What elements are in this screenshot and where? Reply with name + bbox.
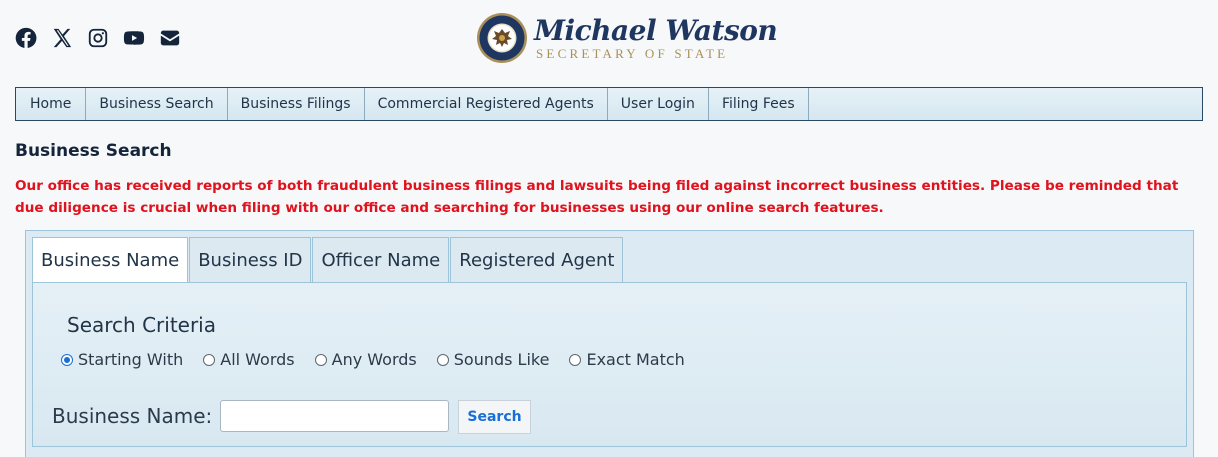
brand-subtitle: SECRETARY OF STATE: [536, 46, 729, 61]
nav-item-business-search[interactable]: Business Search: [86, 88, 228, 120]
business-name-input[interactable]: [220, 400, 449, 432]
brand-name: Michael Watson: [534, 14, 778, 47]
search-panel: Business Name Business ID Officer Name R…: [25, 230, 1194, 457]
radio-label: Sounds Like: [453, 350, 550, 369]
radio-label: Any Words: [331, 350, 417, 369]
page-title: Business Search: [15, 141, 172, 161]
radio-button[interactable]: [569, 353, 582, 366]
business-name-label: Business Name:: [52, 404, 213, 428]
nav-item-business-filings[interactable]: Business Filings: [228, 88, 365, 120]
fraud-warning: Our office has received reports of both …: [15, 178, 1179, 216]
main-nav: Home Business Search Business Filings Co…: [15, 87, 1203, 121]
radio-any-words[interactable]: Any Words: [314, 350, 417, 369]
facebook-icon[interactable]: [15, 27, 37, 49]
instagram-icon[interactable]: [87, 27, 109, 49]
radio-button-selected[interactable]: [61, 353, 73, 366]
radio-exact-match[interactable]: Exact Match: [569, 350, 685, 369]
tab-content: Search Criteria Starting With All Words …: [32, 282, 1187, 447]
radio-button[interactable]: [203, 353, 216, 366]
search-tabs: Business Name Business ID Officer Name R…: [32, 237, 624, 283]
radio-sounds-like[interactable]: Sounds Like: [436, 350, 550, 369]
nav-item-filing-fees[interactable]: Filing Fees: [709, 88, 809, 120]
radio-button[interactable]: [436, 353, 449, 366]
tab-registered-agent[interactable]: Registered Agent: [450, 237, 624, 282]
search-criteria-title: Search Criteria: [67, 313, 216, 337]
radio-all-words[interactable]: All Words: [203, 350, 295, 369]
tab-business-name[interactable]: Business Name: [32, 237, 189, 283]
nav-item-user-login[interactable]: User Login: [608, 88, 709, 120]
x-twitter-icon[interactable]: [51, 27, 73, 49]
radio-button[interactable]: [314, 353, 327, 366]
radio-starting-with[interactable]: Starting With: [61, 350, 183, 369]
radio-label: Starting With: [78, 350, 184, 369]
radio-label: All Words: [220, 350, 295, 369]
nav-item-commercial-registered-agents[interactable]: Commercial Registered Agents: [365, 88, 608, 120]
nav-item-home[interactable]: Home: [16, 88, 87, 120]
state-seal-icon: [477, 13, 527, 63]
tab-business-id[interactable]: Business ID: [189, 237, 312, 282]
envelope-icon[interactable]: [159, 27, 181, 49]
search-button[interactable]: Search: [458, 400, 531, 434]
site-logo[interactable]: Michael Watson SECRETARY OF STATE: [476, 12, 778, 64]
search-criteria-options: Starting With All Words Any Words Sounds…: [61, 350, 705, 369]
youtube-icon[interactable]: [123, 27, 145, 49]
radio-label: Exact Match: [586, 350, 685, 369]
tab-officer-name[interactable]: Officer Name: [312, 237, 450, 282]
social-links: [15, 27, 181, 49]
